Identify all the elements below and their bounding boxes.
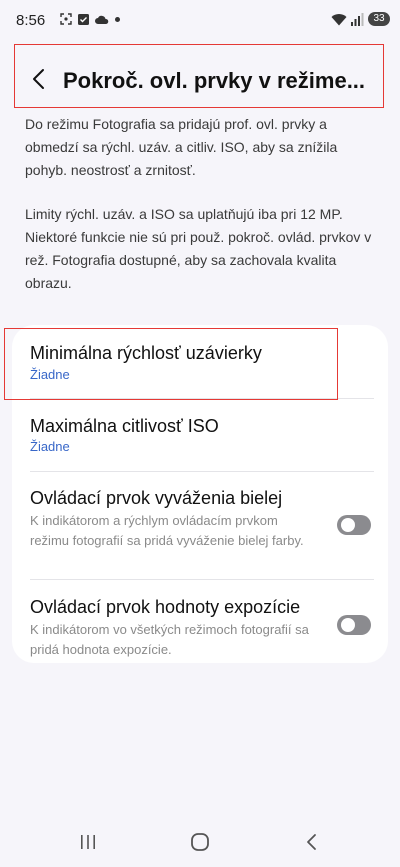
setting-title: Ovládací prvok hodnoty expozície [30, 597, 301, 617]
screenshot-icon [60, 13, 72, 25]
setting-subtitle: K indikátorom vo všetkých režimoch fotog… [30, 622, 309, 657]
setting-min-shutter-speed[interactable]: Minimálna rýchlosť uzávierky Žiadne [12, 325, 388, 397]
recents-button[interactable] [68, 830, 108, 854]
status-time: 8:56 [16, 12, 46, 29]
battery-icon: 33 [368, 12, 390, 26]
checkbox-icon [78, 13, 89, 25]
nav-back-button[interactable] [292, 830, 332, 854]
cloud-icon [95, 15, 109, 24]
chevron-left-icon [33, 69, 44, 89]
status-bar: 8:56 33 [0, 0, 400, 40]
recents-icon [81, 835, 95, 849]
home-button[interactable] [180, 830, 220, 854]
signal-icon [351, 12, 364, 26]
setting-white-balance-control[interactable]: Ovládací prvok vyváženia bielej K indiká… [12, 472, 388, 578]
page-title: Pokroč. ovl. prvky v režime... [63, 68, 366, 93]
back-icon [307, 834, 316, 850]
setting-subtitle: K indikátorom a rýchlym ovládacím prvkom… [30, 513, 304, 548]
navigation-bar [0, 800, 400, 867]
setting-title: Ovládací prvok vyváženia bielej [30, 488, 283, 508]
back-button[interactable] [29, 67, 49, 91]
description-paragraph-2: Limity rýchl. uzáv. a ISO sa uplatňujú i… [25, 206, 372, 291]
setting-title: Minimálna rýchlosť uzávierky [30, 343, 262, 363]
dot-icon [115, 16, 120, 22]
description-paragraph-1: Do režimu Fotografia sa pridajú prof. ov… [25, 116, 338, 178]
setting-max-iso[interactable]: Maximálna citlivosť ISO Žiadne [12, 399, 388, 471]
setting-title: Maximálna citlivosť ISO [30, 416, 219, 436]
wifi-icon [331, 13, 347, 25]
toggle-knob [341, 618, 355, 632]
settings-card: Minimálna rýchlosť uzávierky Žiadne Maxi… [12, 325, 388, 663]
exposure-value-toggle[interactable] [337, 615, 371, 635]
white-balance-toggle[interactable] [337, 515, 371, 535]
toggle-knob [341, 518, 355, 532]
app-header: Pokroč. ovl. prvky v režime... [14, 44, 384, 108]
setting-value: Žiadne [30, 367, 70, 382]
setting-value: Žiadne [30, 439, 70, 454]
status-icons-right: 33 [331, 12, 390, 26]
setting-exposure-value-control[interactable]: Ovládací prvok hodnoty expozície K indik… [12, 580, 388, 663]
home-icon [191, 833, 209, 851]
status-icons-left [60, 13, 120, 25]
